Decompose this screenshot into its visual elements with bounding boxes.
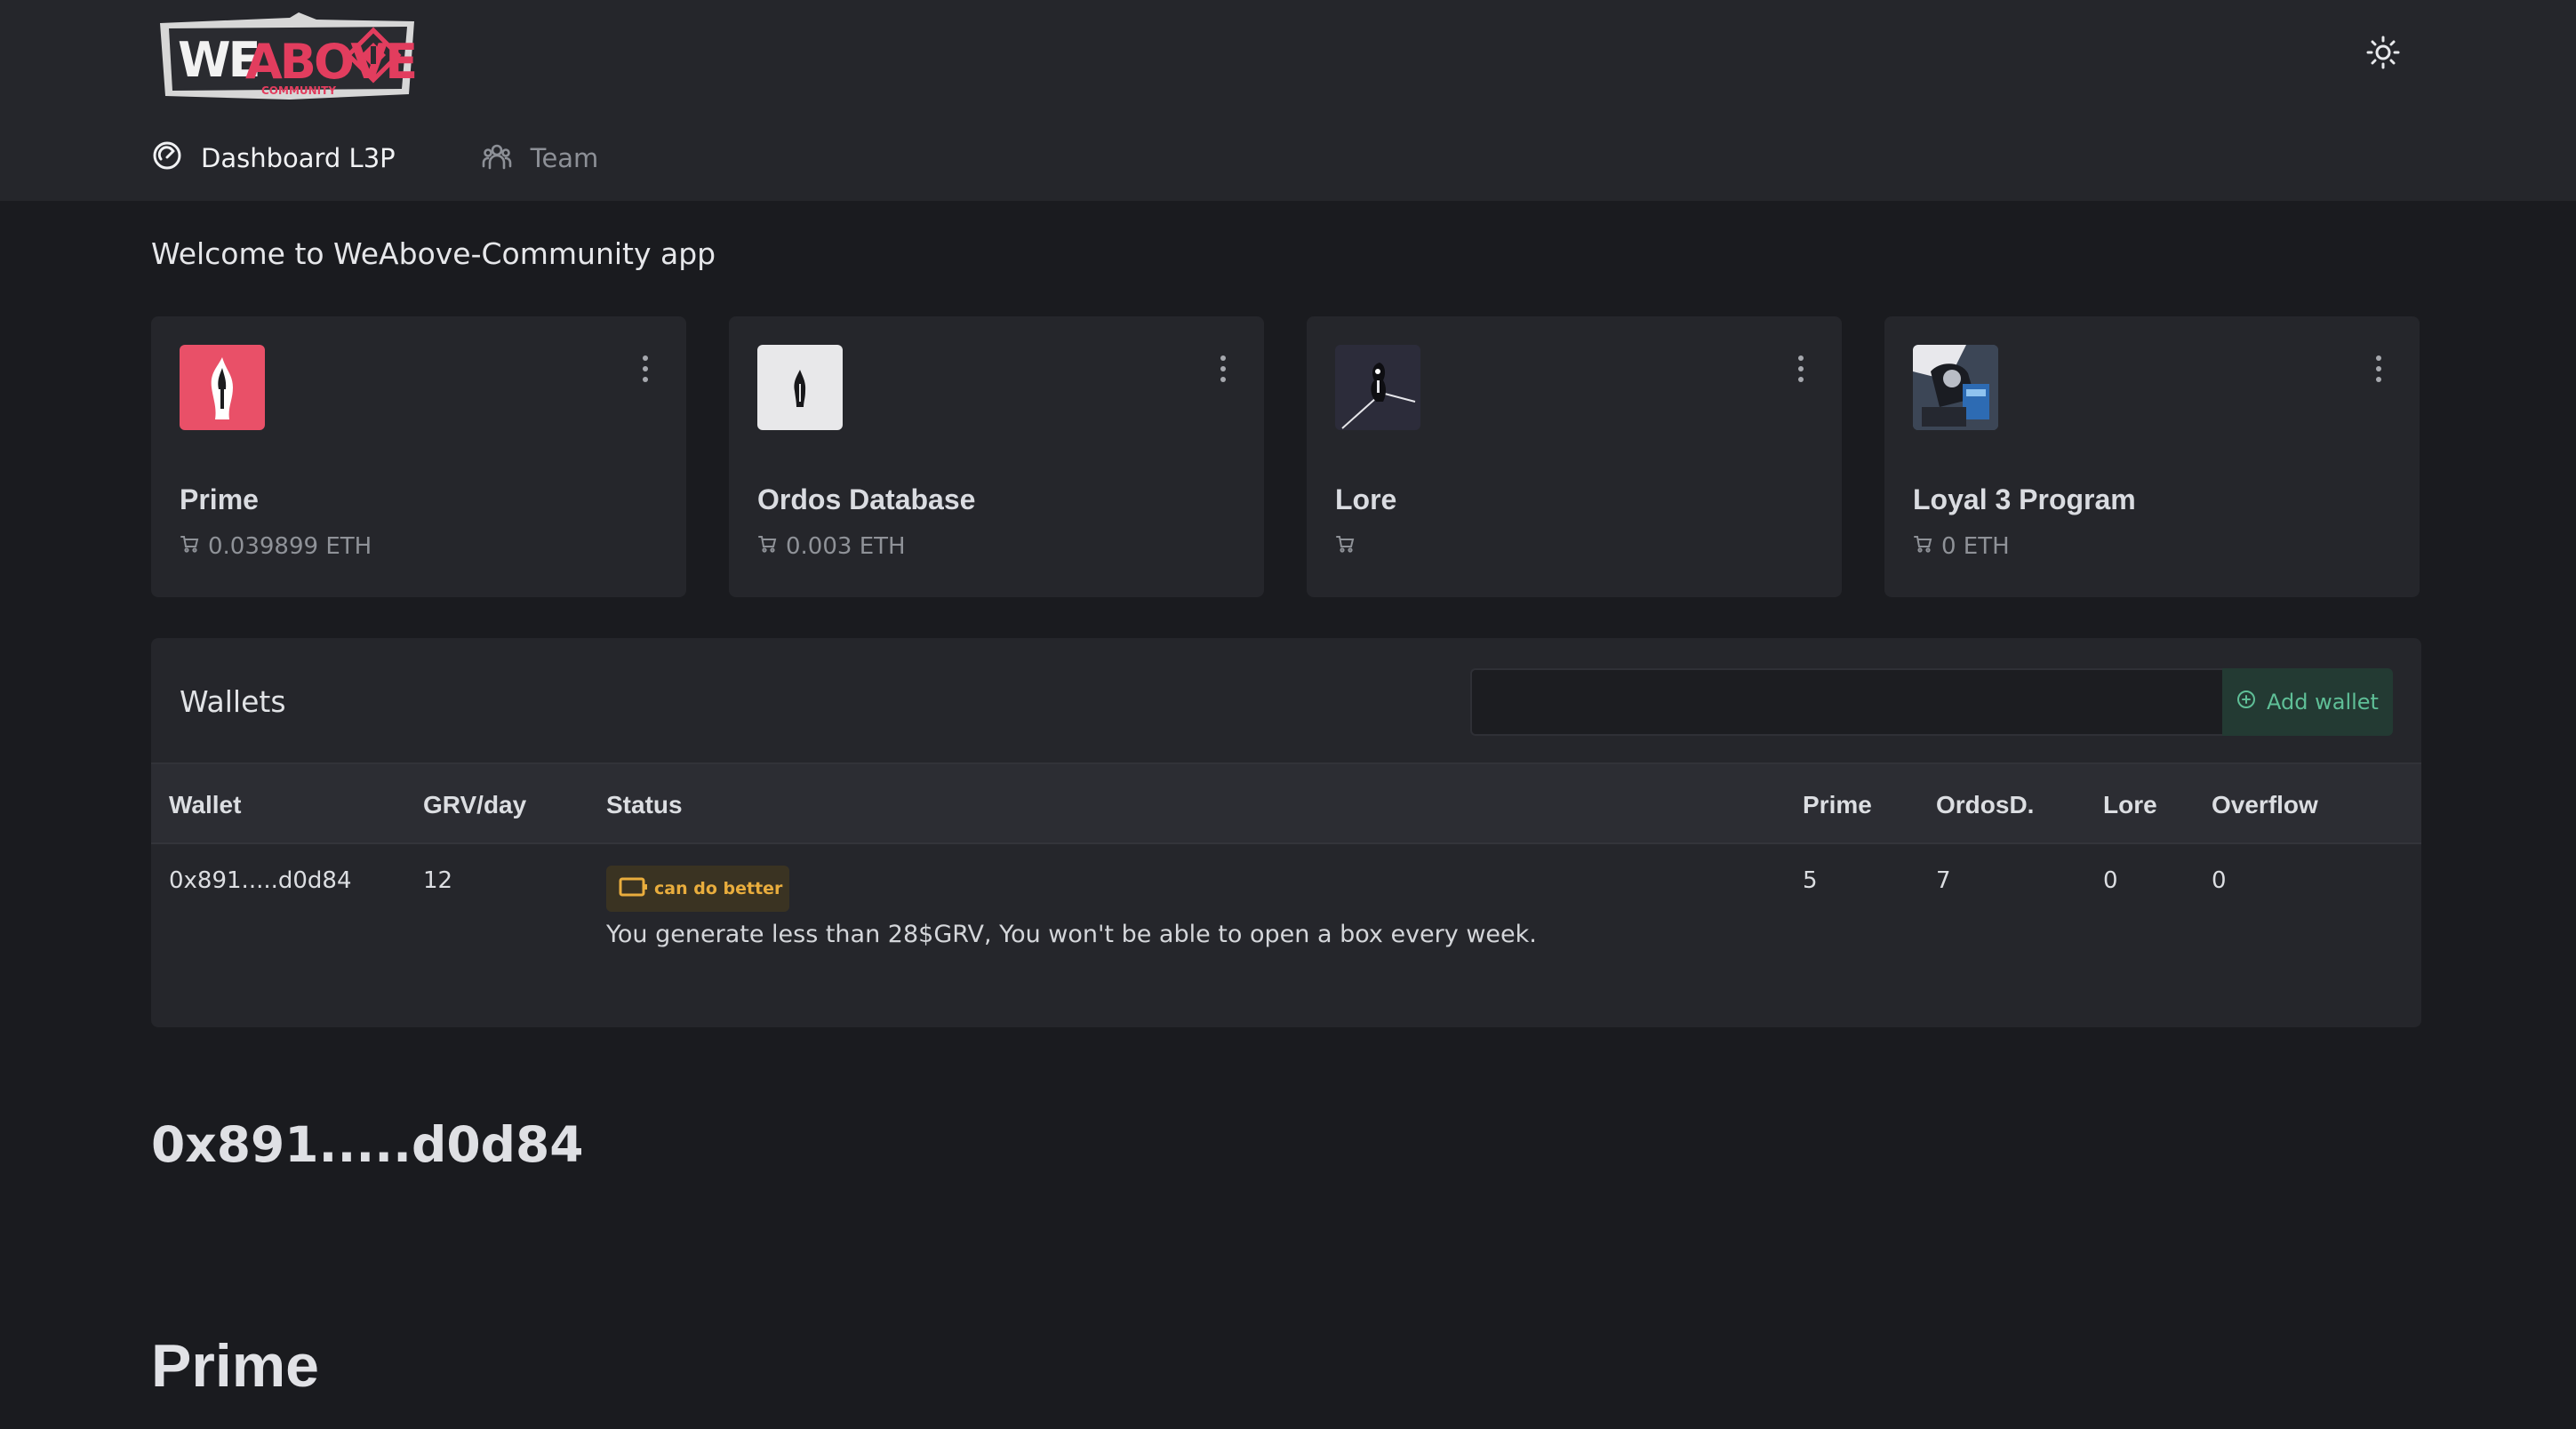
- overflow-count-cell: 0: [2212, 867, 2227, 894]
- collection-cards: Prime 0.039899 ETH Ordos Database 0.003 …: [151, 316, 2421, 597]
- more-options-icon[interactable]: [2373, 355, 2384, 382]
- more-options-icon[interactable]: [1796, 355, 1806, 382]
- svg-text:COMMUNITY: COMMUNITY: [261, 84, 336, 97]
- cart-icon: [1913, 533, 1932, 560]
- wallets-panel: Wallets Add wallet Wallet GRV/day Status…: [151, 638, 2421, 1027]
- wallets-table-header: Wallet GRV/day Status Prime OrdosD. Lore…: [151, 762, 2421, 844]
- column-header-overflow[interactable]: Overflow: [2212, 791, 2318, 819]
- collection-price: 0.003 ETH: [757, 533, 906, 560]
- gauge-icon: [151, 140, 183, 178]
- collection-thumbnail: [757, 345, 843, 430]
- cart-icon: [1335, 533, 1355, 560]
- wallets-title: Wallets: [180, 684, 286, 719]
- column-header-prime[interactable]: Prime: [1803, 791, 1872, 819]
- lore-count-cell: 0: [2103, 867, 2118, 894]
- cart-icon: [180, 533, 199, 560]
- collection-title: Loyal 3 Program: [1913, 483, 2136, 515]
- collection-card-ordos-database[interactable]: Ordos Database 0.003 ETH: [729, 316, 1264, 597]
- more-options-icon[interactable]: [1218, 355, 1228, 382]
- app-header: WE ABOVE COMMUNITY Dashboard L3P Team: [0, 0, 2576, 201]
- collection-thumbnail: [180, 345, 265, 430]
- column-header-status[interactable]: Status: [606, 791, 683, 819]
- theme-toggle-button[interactable]: [2363, 34, 2404, 75]
- wallet-address-heading: 0x891.....d0d84: [151, 1116, 584, 1173]
- battery-icon: [619, 875, 649, 903]
- nav-item-label: Dashboard L3P: [201, 143, 396, 173]
- collection-thumbnail: [1335, 345, 1420, 430]
- add-wallet-label: Add wallet: [2267, 690, 2379, 714]
- cart-icon: [757, 533, 777, 560]
- collection-title: Prime: [180, 483, 259, 515]
- nav-item-team[interactable]: Team: [481, 140, 599, 178]
- status-badge-label: can do better: [654, 879, 783, 898]
- price-value: 0.039899 ETH: [208, 533, 372, 560]
- column-header-lore[interactable]: Lore: [2103, 791, 2157, 819]
- price-value: 0.003 ETH: [786, 533, 906, 560]
- collection-thumbnail: [1913, 345, 1998, 430]
- ordosd-count-cell: 7: [1936, 867, 1951, 894]
- wallet-address-input[interactable]: [1470, 668, 2222, 736]
- users-icon: [481, 140, 513, 178]
- collection-card-loyal-3-program[interactable]: Loyal 3 Program 0 ETH: [1884, 316, 2420, 597]
- column-header-ordosd[interactable]: OrdosD.: [1936, 791, 2034, 819]
- column-header-grv-day[interactable]: GRV/day: [423, 791, 526, 819]
- status-badge: can do better: [606, 866, 789, 912]
- collection-title: Lore: [1335, 483, 1397, 515]
- sun-icon: [2365, 35, 2401, 74]
- status-message: You generate less than 28$GRV, You won't…: [606, 921, 1537, 948]
- collection-card-lore[interactable]: Lore: [1307, 316, 1842, 597]
- collection-price: 0 ETH: [1913, 533, 2010, 560]
- column-header-wallet[interactable]: Wallet: [169, 791, 241, 819]
- prime-count-cell: 5: [1803, 867, 1818, 894]
- price-value: 0 ETH: [1941, 533, 2010, 560]
- welcome-heading: Welcome to WeAbove-Community app: [151, 236, 716, 271]
- collection-card-prime[interactable]: Prime 0.039899 ETH: [151, 316, 686, 597]
- more-options-icon[interactable]: [640, 355, 651, 382]
- section-heading-prime: Prime: [151, 1332, 319, 1400]
- collection-price: 0.039899 ETH: [180, 533, 372, 560]
- grv-day-cell: 12: [423, 867, 453, 894]
- main-nav: Dashboard L3P Team: [151, 135, 684, 181]
- nav-item-dashboard[interactable]: Dashboard L3P: [151, 140, 396, 178]
- wallet-address-cell[interactable]: 0x891.....d0d84: [169, 867, 352, 894]
- add-wallet-button[interactable]: Add wallet: [2222, 668, 2393, 736]
- nav-item-label: Team: [530, 143, 599, 173]
- collection-title: Ordos Database: [757, 483, 976, 515]
- weabove-logo[interactable]: WE ABOVE COMMUNITY: [156, 11, 423, 105]
- plus-circle-icon: [2236, 690, 2256, 714]
- collection-price: [1335, 533, 1364, 560]
